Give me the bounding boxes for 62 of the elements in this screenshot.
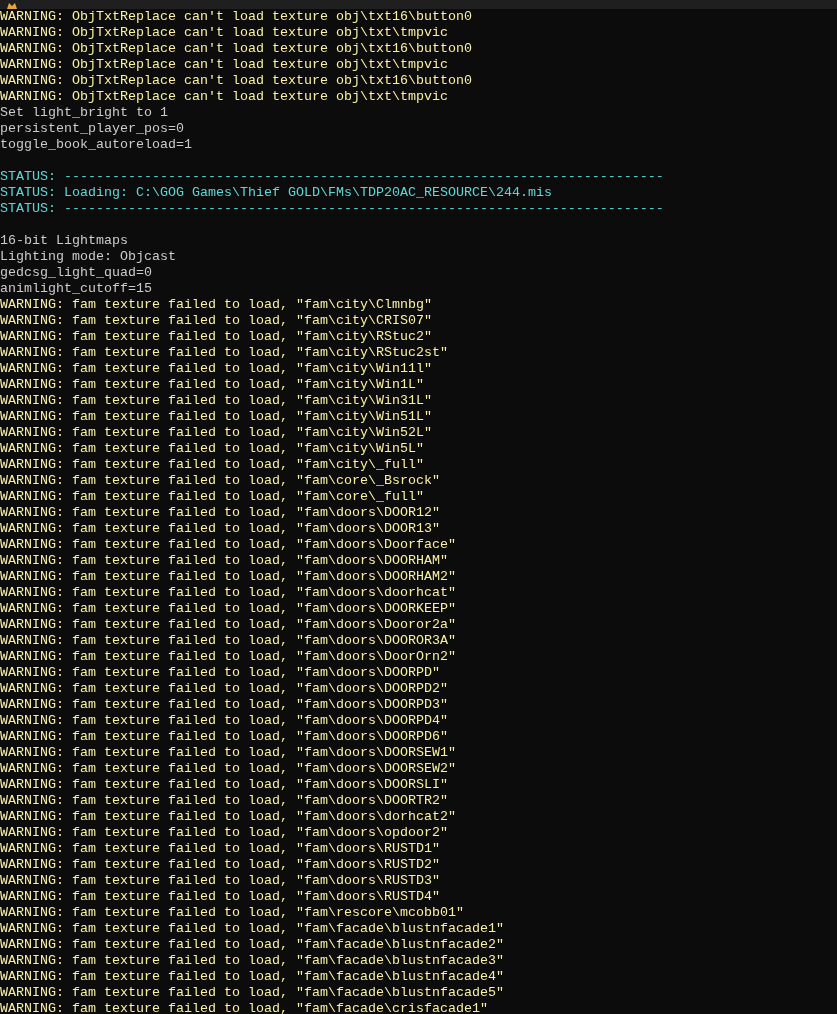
- warning-line: WARNING: fam texture failed to load, "fam\doors\DOORSEW1": [0, 745, 456, 761]
- warning-line: WARNING: fam texture failed to load, "fam\facade\blustnfacade3": [0, 953, 504, 969]
- warning-line: WARNING: fam texture failed to load, "fam\doors\DOORPD4": [0, 713, 448, 729]
- warning-line: WARNING: fam texture failed to load, "fam\doors\RUSTD3": [0, 873, 440, 889]
- warning-line: WARNING: fam texture failed to load, "fam\doors\DOORPD2": [0, 681, 448, 697]
- warning-line: WARNING: fam texture failed to load, "fam\doors\DOORPD3": [0, 697, 448, 713]
- warning-line: WARNING: fam texture failed to load, "fam\core\_Bsrock": [0, 473, 440, 489]
- warning-line: WARNING: fam texture failed to load, "fam\doors\DOORSLI": [0, 777, 448, 793]
- warning-line: WARNING: fam texture failed to load, "fam\facade\blustnfacade2": [0, 937, 504, 953]
- warning-line: WARNING: fam texture failed to load, "fam\city\RStuc2": [0, 329, 432, 345]
- warning-line: WARNING: fam texture failed to load, "fam\city\CRIS07": [0, 313, 432, 329]
- warning-line: WARNING: fam texture failed to load, "fam\doors\Dooror2a": [0, 617, 456, 633]
- warning-line: WARNING: fam texture failed to load, "fam\city\Win11l": [0, 361, 432, 377]
- warning-line: WARNING: fam texture failed to load, "fam\city\Win51L": [0, 409, 432, 425]
- warning-line: WARNING: ObjTxtReplace can't load texture obj\txt16\button0: [0, 73, 472, 89]
- warning-line: WARNING: fam texture failed to load, "fam\facade\blustnfacade1": [0, 921, 504, 937]
- warning-line: WARNING: fam texture failed to load, "fam\city\Win1L": [0, 377, 424, 393]
- log-line: animlight_cutoff=15: [0, 281, 152, 297]
- warning-line: WARNING: fam texture failed to load, "fam\doors\opdoor2": [0, 825, 448, 841]
- warning-line: WARNING: fam texture failed to load, "fam\doors\DOORHAM2": [0, 569, 456, 585]
- warning-line: WARNING: fam texture failed to load, "fam\doors\DOORKEEP": [0, 601, 456, 617]
- warning-line: WARNING: fam texture failed to load, "fam\city\Win31L": [0, 393, 432, 409]
- warning-line: WARNING: ObjTxtReplace can't load texture obj\txt16\button0: [0, 9, 472, 25]
- warning-line: WARNING: fam texture failed to load, "fam\city\_full": [0, 457, 424, 473]
- status-line: STATUS: ---------------------------------------------------------------------------: [0, 201, 664, 217]
- warning-line: WARNING: fam texture failed to load, "fam\city\RStuc2st": [0, 345, 448, 361]
- warning-line: WARNING: fam texture failed to load, "fam\facade\blustnfacade4": [0, 969, 504, 985]
- app-icon: [6, 3, 18, 9]
- log-line: toggle_book_autoreload=1: [0, 137, 192, 153]
- warning-line: WARNING: fam texture failed to load, "fam\doors\DOORSEW2": [0, 761, 456, 777]
- warning-line: WARNING: fam texture failed to load, "fam\facade\crisfacade1": [0, 1001, 488, 1014]
- log-line: 16-bit Lightmaps: [0, 233, 128, 249]
- warning-line: WARNING: fam texture failed to load, "fam\doors\RUSTD4": [0, 889, 440, 905]
- status-line: STATUS: Loading: C:\GOG Games\Thief GOLD\FMs\TDP20AC_RESOURCE\244.mis: [0, 185, 552, 201]
- warning-line: WARNING: ObjTxtReplace can't load texture obj\txt\tmpvic: [0, 89, 448, 105]
- warning-line: WARNING: fam texture failed to load, "fam\rescore\mcobb01": [0, 905, 464, 921]
- warning-line: WARNING: ObjTxtReplace can't load texture obj\txt\tmpvic: [0, 25, 448, 41]
- warning-line: WARNING: fam texture failed to load, "fam\city\Win5L": [0, 441, 424, 457]
- warning-line: WARNING: fam texture failed to load, "fam\doors\Doorface": [0, 537, 456, 553]
- status-line: STATUS: ---------------------------------------------------------------------------: [0, 169, 664, 185]
- warning-line: WARNING: fam texture failed to load, "fam\doors\DoorOrn2": [0, 649, 456, 665]
- warning-line: WARNING: fam texture failed to load, "fam\doors\DOORTR2": [0, 793, 448, 809]
- warning-line: WARNING: fam texture failed to load, "fam\doors\DOORPD6": [0, 729, 448, 745]
- warning-line: WARNING: fam texture failed to load, "fam\doors\DOOR12": [0, 505, 440, 521]
- warning-line: WARNING: fam texture failed to load, "fam\doors\DOORPD": [0, 665, 440, 681]
- log-line: gedcsg_light_quad=0: [0, 265, 152, 281]
- warning-line: WARNING: fam texture failed to load, "fam\doors\dorhcat2": [0, 809, 456, 825]
- warning-line: WARNING: fam texture failed to load, "fam\doors\DOOR13": [0, 521, 440, 537]
- warning-line: WARNING: ObjTxtReplace can't load texture obj\txt\tmpvic: [0, 57, 448, 73]
- warning-line: WARNING: fam texture failed to load, "fam\doors\DOOROR3A": [0, 633, 456, 649]
- warning-line: WARNING: fam texture failed to load, "fam\core\_full": [0, 489, 424, 505]
- warning-line: WARNING: fam texture failed to load, "fam\doors\RUSTD1": [0, 841, 440, 857]
- warning-line: WARNING: ObjTxtReplace can't load texture obj\txt16\button0: [0, 41, 472, 57]
- warning-line: WARNING: fam texture failed to load, "fam\facade\blustnfacade5": [0, 985, 504, 1001]
- warning-line: WARNING: fam texture failed to load, "fam\city\Clmnbg": [0, 297, 432, 313]
- warning-line: WARNING: fam texture failed to load, "fam\doors\doorhcat": [0, 585, 456, 601]
- log-line: persistent_player_pos=0: [0, 121, 184, 137]
- warning-line: WARNING: fam texture failed to load, "fam\doors\DOORHAM": [0, 553, 448, 569]
- log-line: Lighting mode: Objcast: [0, 249, 176, 265]
- warning-line: WARNING: fam texture failed to load, "fam\doors\RUSTD2": [0, 857, 440, 873]
- warning-line: WARNING: fam texture failed to load, "fam\city\Win52L": [0, 425, 432, 441]
- log-line: Set light_bright to 1: [0, 105, 168, 121]
